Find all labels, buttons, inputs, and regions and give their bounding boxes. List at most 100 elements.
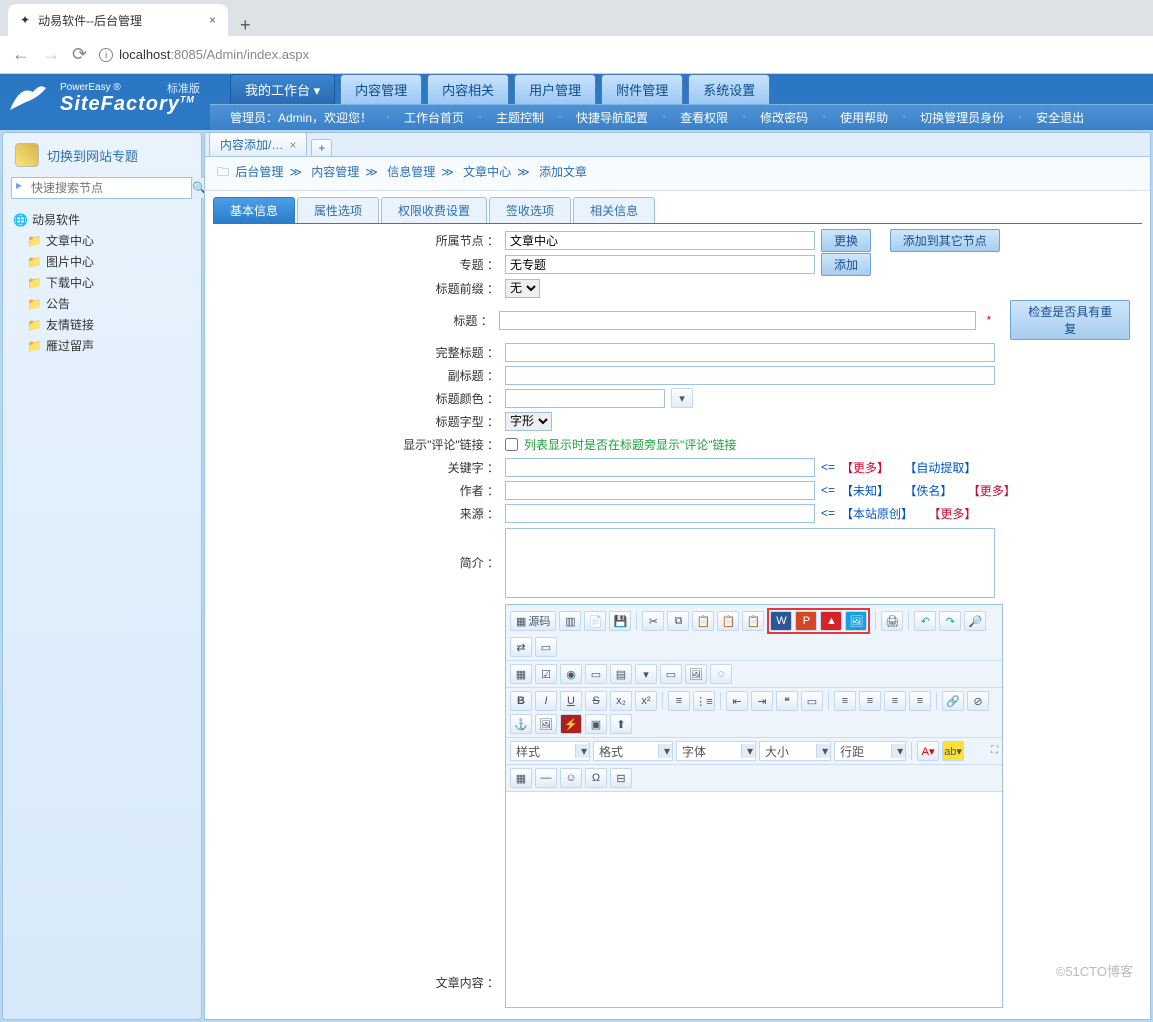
print-icon[interactable]: 🖨 bbox=[881, 611, 903, 631]
tree-node[interactable]: 📁图片中心 bbox=[11, 251, 193, 272]
title-field[interactable] bbox=[499, 311, 977, 330]
anchor-icon[interactable]: ⚓ bbox=[510, 714, 532, 734]
paste-text-icon[interactable]: 📋 bbox=[717, 611, 739, 631]
form-icon[interactable]: ▦ bbox=[510, 664, 532, 684]
node-field[interactable] bbox=[505, 231, 815, 250]
lineheight-select[interactable]: 行距▾ bbox=[834, 741, 906, 761]
sm-theme[interactable]: 主题控制 bbox=[496, 109, 544, 126]
image-button-icon[interactable]: 🖼 bbox=[685, 664, 707, 684]
source-field[interactable] bbox=[505, 504, 815, 523]
bold-button[interactable]: B bbox=[510, 691, 532, 711]
align-left-icon[interactable]: ≡ bbox=[834, 691, 856, 711]
image-icon[interactable]: 🖼 bbox=[535, 714, 557, 734]
hidden-icon[interactable]: ◌ bbox=[710, 664, 732, 684]
text-color-icon[interactable]: A▾ bbox=[917, 741, 939, 761]
add-other-node-button[interactable]: 添加到其它节点 bbox=[890, 229, 1000, 252]
selectall-icon[interactable]: ▭ bbox=[535, 637, 557, 657]
tab-fee[interactable]: 权限收费设置 bbox=[381, 197, 487, 223]
size-select[interactable]: 大小▾ bbox=[759, 741, 831, 761]
hr-icon[interactable]: — bbox=[535, 768, 557, 788]
pdf-icon[interactable]: ▲ bbox=[820, 611, 842, 631]
tab-rel[interactable]: 相关信息 bbox=[573, 197, 655, 223]
media-icon[interactable]: ▣ bbox=[585, 714, 607, 734]
tree-root[interactable]: 🌐动易软件 bbox=[11, 209, 193, 230]
sm-switch[interactable]: 切换管理员身份 bbox=[920, 109, 1004, 126]
change-button[interactable]: 更换 bbox=[821, 229, 871, 252]
new-tab-button[interactable]: + bbox=[230, 15, 261, 36]
copy-icon[interactable]: ⧉ bbox=[667, 611, 689, 631]
textarea-icon[interactable]: ▤ bbox=[610, 664, 632, 684]
color-picker-icon[interactable]: ▾ bbox=[671, 388, 693, 408]
sm-pwd[interactable]: 修改密码 bbox=[760, 109, 808, 126]
tree-node[interactable]: 📁雁过留声 bbox=[11, 335, 193, 356]
auth-more-link[interactable]: 【更多】 bbox=[968, 482, 1016, 499]
src-orig-link[interactable]: 【本站原创】 bbox=[841, 505, 913, 522]
add-tab-button[interactable]: + bbox=[311, 139, 332, 156]
strike-button[interactable]: S bbox=[585, 691, 607, 711]
menu-related[interactable]: 内容相关 bbox=[427, 74, 509, 104]
keywords-field[interactable] bbox=[505, 458, 815, 477]
author-field[interactable] bbox=[505, 481, 815, 500]
div-icon[interactable]: ▭ bbox=[801, 691, 823, 711]
reload-button[interactable]: ⟳ bbox=[72, 44, 87, 65]
prefix-select[interactable]: 无 bbox=[505, 279, 540, 298]
undo-icon[interactable]: ↶ bbox=[914, 611, 936, 631]
browser-tab[interactable]: ✦ 动易软件--后台管理 × bbox=[8, 4, 228, 36]
tree-node[interactable]: 📁公告 bbox=[11, 293, 193, 314]
menu-system[interactable]: 系统设置 bbox=[688, 74, 770, 104]
maximize-icon[interactable]: ⛶ bbox=[991, 745, 998, 756]
doc-tab[interactable]: 内容添加/…× bbox=[209, 132, 307, 156]
underline-button[interactable]: U bbox=[560, 691, 582, 711]
menu-content[interactable]: 内容管理 bbox=[340, 74, 422, 104]
paste-word-icon[interactable]: 📋 bbox=[742, 611, 764, 631]
align-justify-icon[interactable]: ≡ bbox=[909, 691, 931, 711]
tab-attr[interactable]: 属性选项 bbox=[297, 197, 379, 223]
tree-node[interactable]: 📁文章中心 bbox=[11, 230, 193, 251]
ul-icon[interactable]: ⋮≡ bbox=[693, 691, 715, 711]
cut-icon[interactable]: ✂ bbox=[642, 611, 664, 631]
select-icon[interactable]: ▾ bbox=[635, 664, 657, 684]
table-icon[interactable]: ▦ bbox=[510, 768, 532, 788]
topic-field[interactable] bbox=[505, 255, 815, 274]
link-icon[interactable]: 🔗 bbox=[942, 691, 964, 711]
search-input[interactable] bbox=[26, 178, 191, 198]
text-icon[interactable]: ▭ bbox=[585, 664, 607, 684]
kw-more-link[interactable]: 【更多】 bbox=[841, 459, 889, 476]
superscript-icon[interactable]: x² bbox=[635, 691, 657, 711]
smiley-icon[interactable]: ☺ bbox=[560, 768, 582, 788]
newpage-icon[interactable]: 📄 bbox=[584, 611, 606, 631]
ol-icon[interactable]: ≡ bbox=[668, 691, 690, 711]
switch-topic[interactable]: 切换到网站专题 bbox=[47, 146, 138, 165]
bg-color-icon[interactable]: ab▾ bbox=[942, 741, 964, 761]
word-icon[interactable]: W bbox=[770, 611, 792, 631]
add-topic-button[interactable]: 添加 bbox=[821, 253, 871, 276]
back-button[interactable]: ← bbox=[12, 44, 30, 65]
replace-icon[interactable]: ⇄ bbox=[510, 637, 532, 657]
indent-icon[interactable]: ⇥ bbox=[751, 691, 773, 711]
menu-attach[interactable]: 附件管理 bbox=[601, 74, 683, 104]
paste-icon[interactable]: 📋 bbox=[692, 611, 714, 631]
sm-perm[interactable]: 查看权限 bbox=[680, 109, 728, 126]
radio-icon[interactable]: ◉ bbox=[560, 664, 582, 684]
showlink-checkbox[interactable] bbox=[505, 438, 518, 451]
style-select[interactable]: 样式▾ bbox=[510, 741, 590, 761]
color-field[interactable] bbox=[505, 389, 665, 408]
sm-home[interactable]: 工作台首页 bbox=[404, 109, 464, 126]
auth-unknown-link[interactable]: 【未知】 bbox=[841, 482, 889, 499]
kw-auto-link[interactable]: 【自动提取】 bbox=[904, 459, 976, 476]
find-icon[interactable]: 🔎 bbox=[964, 611, 986, 631]
align-right-icon[interactable]: ≡ bbox=[884, 691, 906, 711]
sm-help[interactable]: 使用帮助 bbox=[840, 109, 888, 126]
format-select[interactable]: 格式▾ bbox=[593, 741, 673, 761]
special-char-icon[interactable]: Ω bbox=[585, 768, 607, 788]
editor-canvas[interactable] bbox=[506, 792, 1002, 1007]
outdent-icon[interactable]: ⇤ bbox=[726, 691, 748, 711]
tab-sign[interactable]: 签收选项 bbox=[489, 197, 571, 223]
upload-icon[interactable]: ⬆ bbox=[610, 714, 632, 734]
preview-icon[interactable]: ▥ bbox=[559, 611, 581, 631]
font-select[interactable]: 字体▾ bbox=[676, 741, 756, 761]
menu-user[interactable]: 用户管理 bbox=[514, 74, 596, 104]
triangle-icon[interactable]: ▸ bbox=[12, 178, 26, 198]
auth-anon-link[interactable]: 【佚名】 bbox=[904, 482, 952, 499]
checkbox-icon[interactable]: ☑ bbox=[535, 664, 557, 684]
